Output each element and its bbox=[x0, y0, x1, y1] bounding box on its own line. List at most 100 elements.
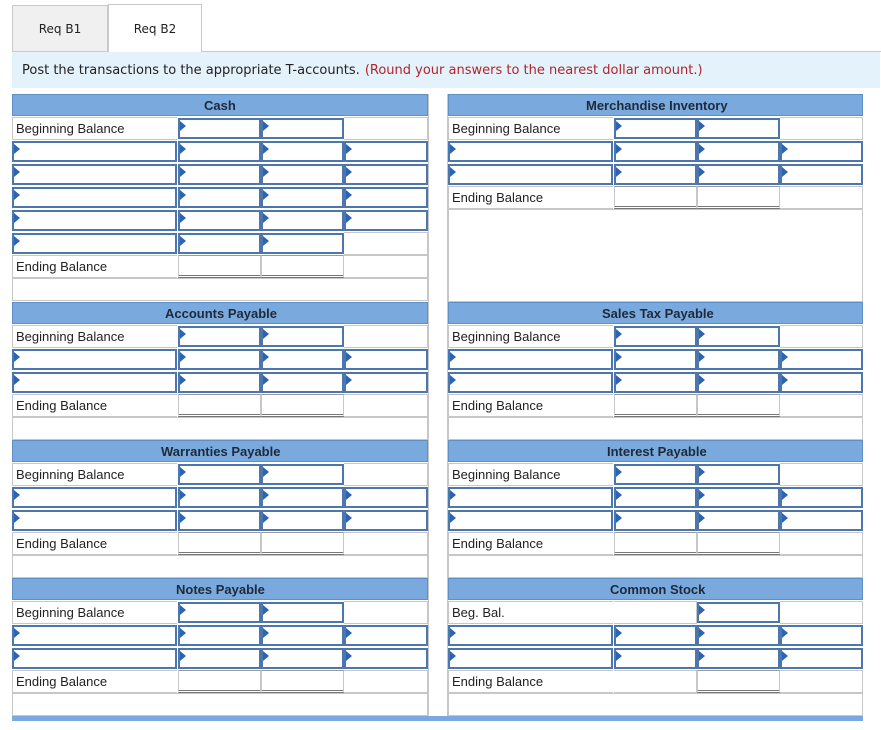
debit-input[interactable] bbox=[614, 464, 697, 485]
dropdown-marker-icon bbox=[450, 167, 456, 177]
credit-input[interactable] bbox=[344, 510, 428, 531]
credit-select[interactable] bbox=[261, 487, 344, 508]
debit-input[interactable] bbox=[178, 187, 261, 208]
account-select[interactable] bbox=[12, 187, 177, 208]
credit-select[interactable] bbox=[697, 372, 780, 393]
credit-input[interactable] bbox=[344, 349, 428, 370]
account-select[interactable] bbox=[12, 487, 177, 508]
credit-input[interactable] bbox=[344, 187, 428, 208]
credit-input[interactable] bbox=[344, 210, 428, 231]
debit-input[interactable] bbox=[178, 326, 261, 347]
credit-input[interactable] bbox=[344, 141, 428, 162]
debit-input[interactable] bbox=[178, 372, 261, 393]
tab-req-b2[interactable]: Req B2 bbox=[108, 4, 202, 52]
credit-input[interactable] bbox=[261, 326, 344, 347]
account-select[interactable] bbox=[448, 648, 613, 669]
account-select[interactable] bbox=[12, 210, 177, 231]
account-select[interactable] bbox=[448, 164, 613, 185]
credit-input[interactable] bbox=[780, 487, 863, 508]
ending-balance-row: Ending Balance bbox=[12, 255, 428, 278]
input-marker-icon bbox=[180, 352, 186, 362]
account-select[interactable] bbox=[12, 625, 177, 646]
credit-input[interactable] bbox=[780, 648, 863, 669]
debit-input[interactable] bbox=[178, 210, 261, 231]
credit-select[interactable] bbox=[697, 349, 780, 370]
debit-input[interactable] bbox=[178, 164, 261, 185]
account-select[interactable] bbox=[448, 349, 613, 370]
debit-input[interactable] bbox=[178, 118, 261, 139]
account-select[interactable] bbox=[12, 510, 177, 531]
debit-input[interactable] bbox=[614, 141, 697, 162]
credit-select[interactable] bbox=[261, 625, 344, 646]
credit-input[interactable] bbox=[344, 648, 428, 669]
credit-input[interactable] bbox=[780, 510, 863, 531]
account-select[interactable] bbox=[448, 510, 613, 531]
credit-input[interactable] bbox=[697, 326, 780, 347]
debit-input[interactable] bbox=[614, 349, 697, 370]
account-select[interactable] bbox=[12, 233, 177, 254]
debit-input[interactable] bbox=[614, 487, 697, 508]
debit-input[interactable] bbox=[178, 648, 261, 669]
input-marker-icon bbox=[616, 167, 622, 177]
credit-input[interactable] bbox=[344, 164, 428, 185]
credit-input[interactable] bbox=[344, 487, 428, 508]
account-select[interactable] bbox=[12, 349, 177, 370]
debit-input[interactable] bbox=[614, 648, 697, 669]
debit-input[interactable] bbox=[178, 349, 261, 370]
credit-select[interactable] bbox=[261, 141, 344, 162]
debit-input[interactable] bbox=[178, 510, 261, 531]
credit-select[interactable] bbox=[261, 349, 344, 370]
credit-input[interactable] bbox=[780, 372, 863, 393]
credit-select[interactable] bbox=[261, 210, 344, 231]
debit-input[interactable] bbox=[178, 464, 261, 485]
account-select[interactable] bbox=[12, 141, 177, 162]
debit-input[interactable] bbox=[178, 233, 261, 254]
credit-input[interactable] bbox=[697, 464, 780, 485]
credit-select[interactable] bbox=[261, 164, 344, 185]
credit-input[interactable] bbox=[344, 372, 428, 393]
debit-input[interactable] bbox=[614, 372, 697, 393]
account-select[interactable] bbox=[448, 487, 613, 508]
account-select[interactable] bbox=[448, 372, 613, 393]
credit-select[interactable] bbox=[697, 510, 780, 531]
credit-input[interactable] bbox=[780, 164, 863, 185]
account-select[interactable] bbox=[12, 372, 177, 393]
credit-input[interactable] bbox=[344, 625, 428, 646]
debit-input[interactable] bbox=[614, 164, 697, 185]
account-select[interactable] bbox=[448, 141, 613, 162]
credit-select[interactable] bbox=[261, 187, 344, 208]
credit-input[interactable] bbox=[780, 625, 863, 646]
credit-input[interactable] bbox=[780, 349, 863, 370]
credit-select[interactable] bbox=[697, 648, 780, 669]
debit-input[interactable] bbox=[614, 510, 697, 531]
credit-select[interactable] bbox=[697, 141, 780, 162]
credit-select[interactable] bbox=[697, 164, 780, 185]
credit-select[interactable] bbox=[697, 487, 780, 508]
account-select[interactable] bbox=[12, 164, 177, 185]
credit-select[interactable] bbox=[697, 625, 780, 646]
credit-input[interactable] bbox=[697, 602, 780, 623]
tab-req-b1[interactable]: Req B1 bbox=[12, 5, 108, 52]
account-select[interactable] bbox=[448, 625, 613, 646]
credit-input[interactable] bbox=[261, 118, 344, 139]
credit-select[interactable] bbox=[261, 372, 344, 393]
debit-input[interactable] bbox=[614, 118, 697, 139]
ending-credit-total bbox=[697, 394, 780, 417]
credit-input[interactable] bbox=[261, 464, 344, 485]
input-marker-icon bbox=[180, 213, 186, 223]
credit-select[interactable] bbox=[261, 648, 344, 669]
input-marker-icon bbox=[782, 375, 788, 385]
credit-input[interactable] bbox=[261, 233, 344, 254]
credit-input[interactable] bbox=[261, 602, 344, 623]
debit-input[interactable] bbox=[178, 602, 261, 623]
debit-input[interactable] bbox=[614, 326, 697, 347]
credit-input[interactable] bbox=[697, 118, 780, 139]
beginning-balance-row: Beg. Bal. bbox=[448, 601, 863, 624]
account-select[interactable] bbox=[12, 648, 177, 669]
debit-input[interactable] bbox=[614, 625, 697, 646]
debit-input[interactable] bbox=[178, 141, 261, 162]
credit-input[interactable] bbox=[780, 141, 863, 162]
debit-input[interactable] bbox=[178, 625, 261, 646]
credit-select[interactable] bbox=[261, 510, 344, 531]
debit-input[interactable] bbox=[178, 487, 261, 508]
